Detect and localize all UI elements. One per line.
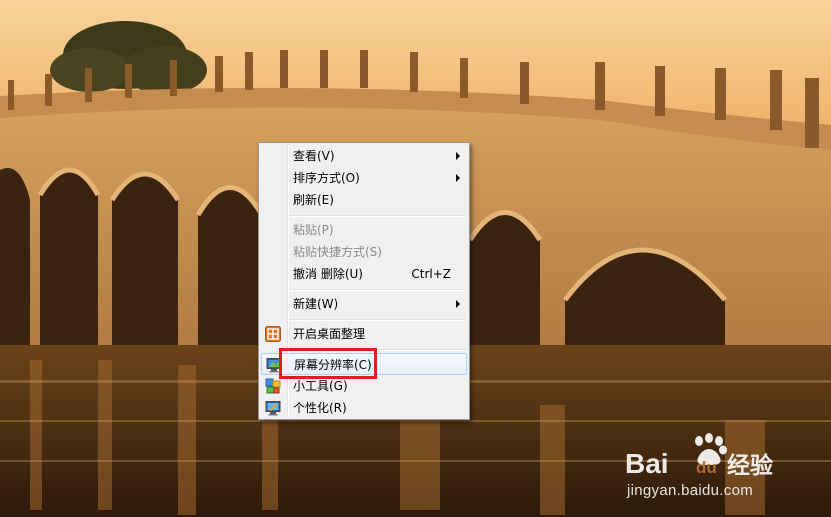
menu-item-personalize[interactable]: 个性化(R) bbox=[261, 397, 467, 419]
menu-item-label: 撤消 删除(U) bbox=[293, 267, 363, 281]
submenu-arrow-icon bbox=[456, 174, 460, 182]
desktop-wallpaper[interactable]: 查看(V) 排序方式(O) 刷新(E) 粘贴(P) 粘贴快捷方式(S) 撤消 删… bbox=[0, 0, 831, 517]
menu-item-undo-delete[interactable]: 撤消 删除(U) Ctrl+Z bbox=[261, 263, 467, 285]
menu-item-label: 粘贴(P) bbox=[293, 223, 334, 237]
desktop-organizer-icon bbox=[265, 326, 281, 342]
menu-item-label: 开启桌面整理 bbox=[293, 327, 366, 341]
baidu-jingyan-watermark: Bai du 经验 jingyan.baidu.com bbox=[619, 431, 809, 501]
personalize-icon bbox=[265, 401, 281, 416]
baidu-logo-du: du bbox=[696, 458, 717, 477]
menu-item-label: 查看(V) bbox=[293, 149, 335, 163]
menu-separator bbox=[290, 215, 466, 217]
menu-item-desktop-organizer[interactable]: 开启桌面整理 bbox=[261, 323, 467, 345]
submenu-arrow-icon bbox=[456, 300, 460, 308]
menu-separator bbox=[290, 289, 466, 291]
menu-separator bbox=[290, 319, 466, 321]
menu-item-paste-shortcut[interactable]: 粘贴快捷方式(S) bbox=[261, 241, 467, 263]
menu-item-label: 刷新(E) bbox=[293, 193, 334, 207]
gadgets-icon bbox=[265, 378, 281, 394]
jingyan-brand-text: 经验 bbox=[727, 452, 773, 479]
menu-item-label: 新建(W) bbox=[293, 297, 339, 311]
menu-item-new[interactable]: 新建(W) bbox=[261, 293, 467, 315]
highlight-annotation-box bbox=[279, 348, 377, 379]
menu-item-label: 个性化(R) bbox=[293, 401, 347, 415]
baidu-logo-text: Bai bbox=[625, 448, 669, 479]
menu-item-label: 排序方式(O) bbox=[293, 171, 360, 185]
menu-item-shortcut: Ctrl+Z bbox=[411, 267, 451, 281]
menu-item-sort-by[interactable]: 排序方式(O) bbox=[261, 167, 467, 189]
menu-item-refresh[interactable]: 刷新(E) bbox=[261, 189, 467, 211]
watermark-url: jingyan.baidu.com bbox=[627, 482, 754, 499]
submenu-arrow-icon bbox=[456, 152, 460, 160]
menu-item-paste[interactable]: 粘贴(P) bbox=[261, 219, 467, 241]
menu-item-view[interactable]: 查看(V) bbox=[261, 145, 467, 167]
menu-item-label: 粘贴快捷方式(S) bbox=[293, 245, 382, 259]
